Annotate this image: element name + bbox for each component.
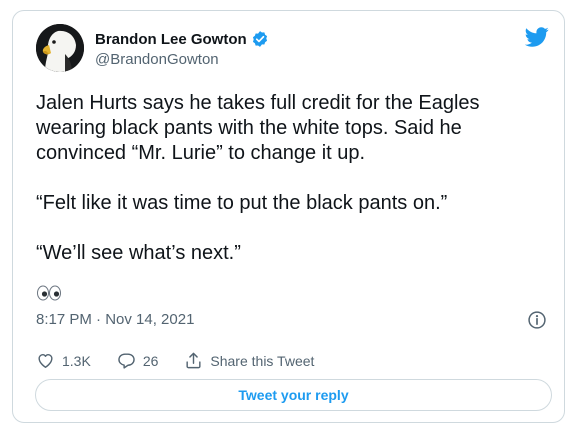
author-name-row: Brandon Lee Gowton [95,30,269,48]
share-label: Share this Tweet [210,352,315,369]
eagle-head-avatar-icon [36,24,84,72]
share-button[interactable]: Share this Tweet [184,351,314,370]
author-display-name[interactable]: Brandon Lee Gowton [95,31,247,48]
eyes-emoji-icon [37,285,61,301]
reply-count: 26 [142,352,159,369]
tweet-text: Jalen Hurts says he takes full credit fo… [36,91,546,266]
twitter-bird-icon[interactable] [525,25,549,49]
tweet-paragraph: “Felt like it was time to put the black … [36,192,448,214]
heart-icon [38,354,53,368]
tweet-actions: 1.3K 26 Share this Tweet [36,351,314,370]
author-handle[interactable]: @BrandonGowton [95,51,219,68]
like-count: 1.3K [62,352,91,369]
info-icon[interactable] [527,310,547,330]
like-button[interactable]: 1.3K [36,351,91,370]
tweet-paragraph: Jalen Hurts says he takes full credit fo… [36,92,480,164]
tweet-reply-button[interactable]: Tweet your reply [35,379,552,411]
tweet-card: Brandon Lee Gowton @BrandonGowton Jalen … [12,10,565,423]
author-avatar[interactable] [36,24,84,72]
tweet-timestamp[interactable]: 8:17 PM · Nov 14, 2021 [36,311,194,328]
reply-bubble-icon [118,353,135,369]
tweet-paragraph: “We’ll see what’s next.” [36,242,241,264]
verified-badge-icon [252,31,267,47]
share-icon [186,352,201,369]
reply-action-button[interactable]: 26 [117,351,159,370]
